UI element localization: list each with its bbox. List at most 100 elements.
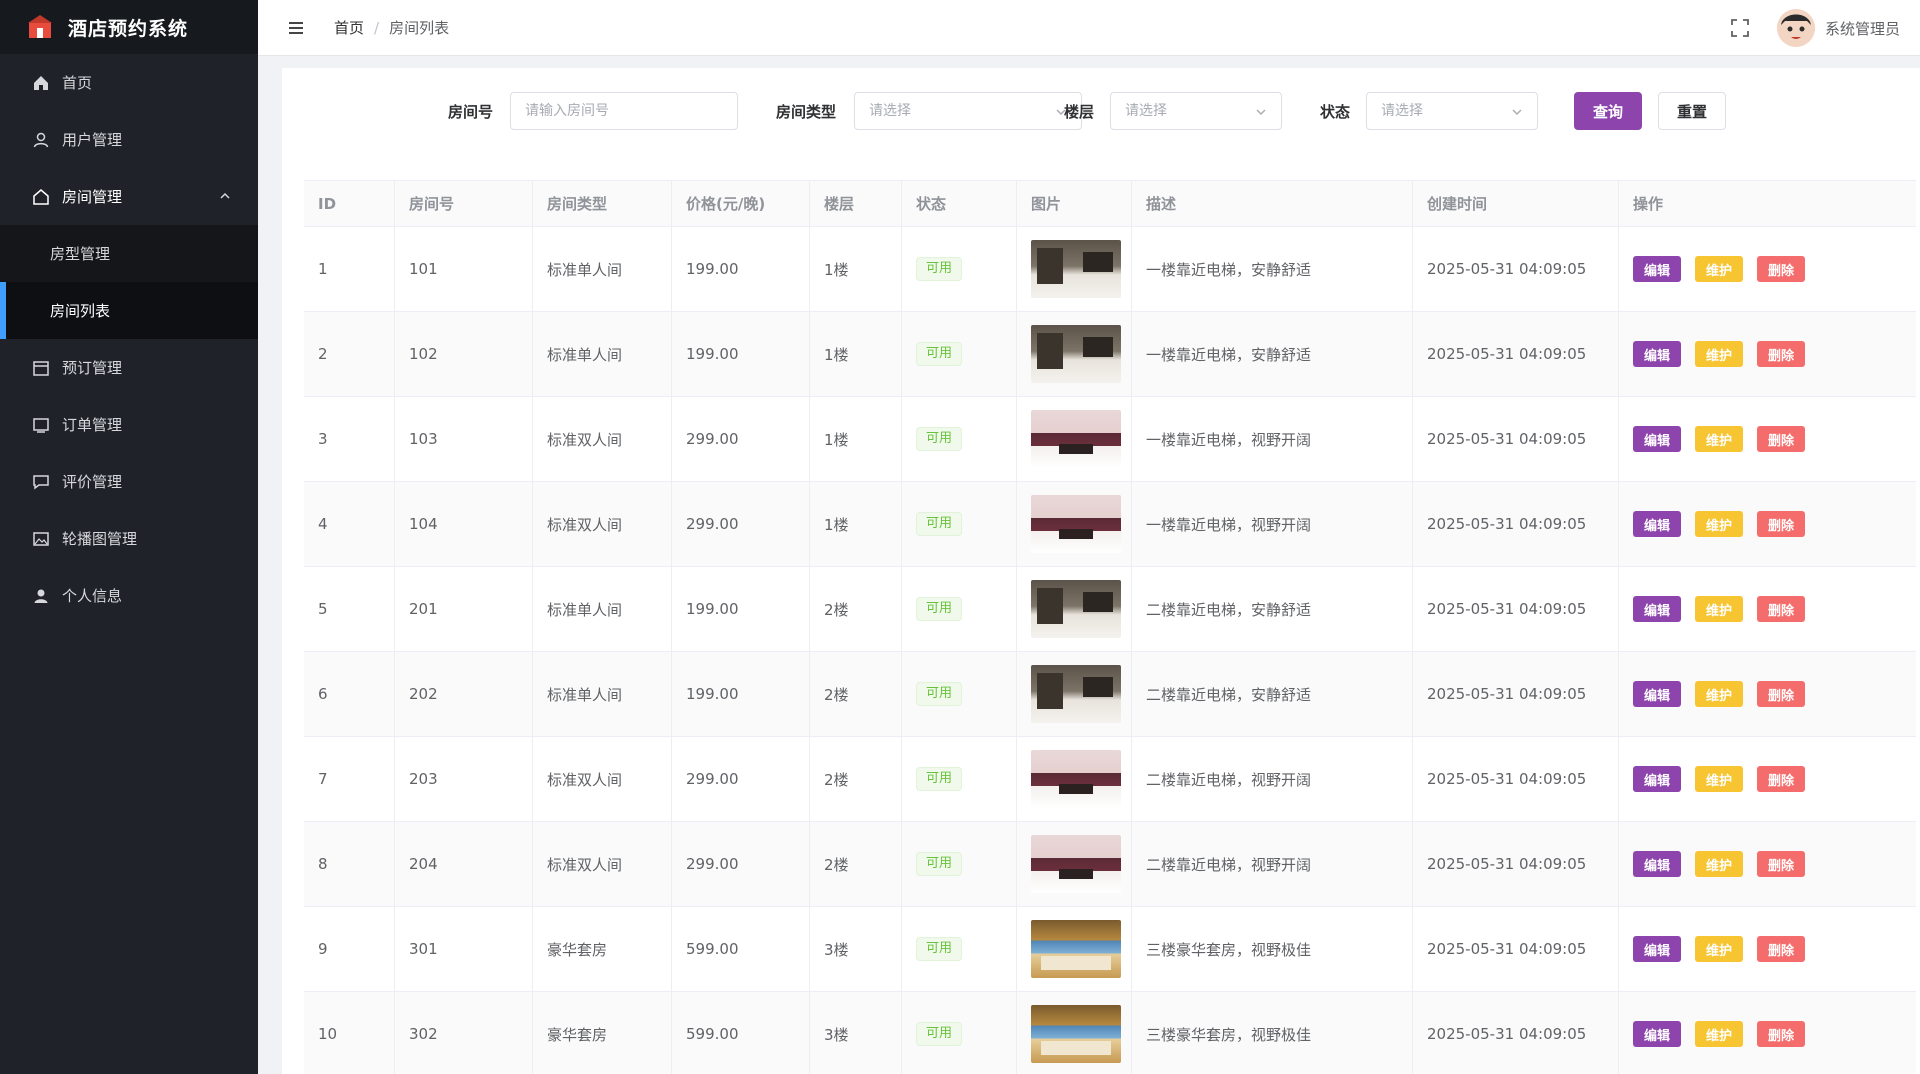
avatar[interactable] <box>1776 9 1815 47</box>
delete-button[interactable]: 删除 <box>1757 681 1806 707</box>
edit-button[interactable]: 编辑 <box>1633 851 1682 877</box>
cell-created-time: 2025-05-31 04:09:05 <box>1413 991 1619 1074</box>
cell-floor: 3楼 <box>810 991 902 1074</box>
maintain-button[interactable]: 维护 <box>1695 596 1744 622</box>
delete-button[interactable]: 删除 <box>1757 426 1806 452</box>
home-icon <box>32 74 50 92</box>
sidebar-item-carousel[interactable]: 轮播图管理 <box>0 510 258 567</box>
maintain-button[interactable]: 维护 <box>1695 936 1744 962</box>
cell-status: 可用 <box>902 481 1017 567</box>
menu-toggle-icon[interactable] <box>286 18 306 38</box>
maintain-button[interactable]: 维护 <box>1695 1021 1744 1047</box>
sidebar-item-orders[interactable]: 订单管理 <box>0 396 258 453</box>
table-row: 2 102 标准单人间 199.00 1楼 可用 一楼靠近电梯，安静舒适 2025-05-31… <box>304 311 1916 397</box>
maintain-button[interactable]: 维护 <box>1695 341 1744 367</box>
status-select[interactable]: 请选择 <box>1366 92 1538 130</box>
sidebar-item-label: 用户管理 <box>62 131 123 149</box>
maintain-button[interactable]: 维护 <box>1695 256 1744 282</box>
sidebar-item-profile[interactable]: 个人信息 <box>0 567 258 624</box>
room-thumbnail[interactable] <box>1031 920 1121 978</box>
query-button[interactable]: 查询 <box>1574 92 1642 130</box>
maintain-button[interactable]: 维护 <box>1695 681 1744 707</box>
cell-room-type: 标准单人间 <box>533 226 672 312</box>
cell-id: 9 <box>304 906 395 992</box>
table-row: 8 204 标准双人间 299.00 2楼 可用 二楼靠近电梯，视野开阔 2025-05-31… <box>304 821 1916 907</box>
delete-button[interactable]: 删除 <box>1757 1021 1806 1047</box>
cell-room-number: 201 <box>395 566 533 652</box>
room-thumbnail[interactable] <box>1031 750 1121 808</box>
maintain-button[interactable]: 维护 <box>1695 426 1744 452</box>
house-icon <box>32 188 50 206</box>
cell-room-number: 202 <box>395 651 533 737</box>
cell-price: 299.00 <box>672 821 810 907</box>
floor-select[interactable]: 请选择 <box>1110 92 1282 130</box>
cell-description: 二楼靠近电梯，视野开阔 <box>1132 821 1413 907</box>
cell-status: 可用 <box>902 821 1017 907</box>
room-table: ID 房间号 房间类型 价格(元/晚) 楼层 状态 图片 描述 创建时间 操作 … <box>304 180 1916 1074</box>
edit-button[interactable]: 编辑 <box>1633 426 1682 452</box>
cell-created-time: 2025-05-31 04:09:05 <box>1413 736 1619 822</box>
cell-price: 199.00 <box>672 566 810 652</box>
delete-button[interactable]: 删除 <box>1757 596 1806 622</box>
edit-button[interactable]: 编辑 <box>1633 341 1682 367</box>
sidebar-item-rooms[interactable]: 房间管理 <box>0 168 258 225</box>
cell-id: 8 <box>304 821 395 907</box>
username[interactable]: 系统管理员 <box>1825 18 1900 39</box>
sidebar-item-label: 个人信息 <box>62 587 123 605</box>
maintain-button[interactable]: 维护 <box>1695 766 1744 792</box>
sidebar-item-bookings[interactable]: 预订管理 <box>0 339 258 396</box>
column-header-description: 描述 <box>1132 180 1413 227</box>
room-number-input[interactable]: 请输入房间号 <box>510 92 738 130</box>
maintain-button[interactable]: 维护 <box>1695 511 1744 537</box>
cell-description: 一楼靠近电梯，视野开阔 <box>1132 481 1413 567</box>
cell-created-time: 2025-05-31 04:09:05 <box>1413 906 1619 992</box>
table-row: 4 104 标准双人间 299.00 1楼 可用 一楼靠近电梯，视野开阔 2025-05-31… <box>304 481 1916 567</box>
delete-button[interactable]: 删除 <box>1757 851 1806 877</box>
edit-button[interactable]: 编辑 <box>1633 766 1682 792</box>
sidebar-item-label: 房间管理 <box>62 188 123 206</box>
sidebar-item-label: 预订管理 <box>62 359 123 377</box>
sidebar-item-label: 订单管理 <box>62 416 123 434</box>
cell-status: 可用 <box>902 651 1017 737</box>
edit-button[interactable]: 编辑 <box>1633 936 1682 962</box>
room-thumbnail[interactable] <box>1031 580 1121 638</box>
room-thumbnail[interactable] <box>1031 495 1121 553</box>
room-thumbnail[interactable] <box>1031 325 1121 383</box>
cell-id: 7 <box>304 736 395 822</box>
room-type-placeholder: 请选择 <box>869 103 911 119</box>
breadcrumb-home[interactable]: 首页 <box>334 17 364 38</box>
room-thumbnail[interactable] <box>1031 410 1121 468</box>
edit-button[interactable]: 编辑 <box>1633 596 1682 622</box>
sidebar-item-reviews[interactable]: 评价管理 <box>0 453 258 510</box>
delete-button[interactable]: 删除 <box>1757 936 1806 962</box>
room-thumbnail[interactable] <box>1031 835 1121 893</box>
app-title: 酒店预约系统 <box>68 17 189 40</box>
table-row: 9 301 豪华套房 599.00 3楼 可用 三楼豪华套房，视野极佳 2025-05-31 … <box>304 906 1916 992</box>
sidebar-item-users[interactable]: 用户管理 <box>0 111 258 168</box>
sidebar-item-home[interactable]: 首页 <box>0 54 258 111</box>
search-form: 房间号 请输入房间号 房间类型 请选择 楼层 请选择 状态 请选择 查询 重置 <box>282 92 1920 132</box>
cell-status: 可用 <box>902 396 1017 482</box>
cell-floor: 2楼 <box>810 736 902 822</box>
edit-button[interactable]: 编辑 <box>1633 511 1682 537</box>
delete-button[interactable]: 删除 <box>1757 766 1806 792</box>
edit-button[interactable]: 编辑 <box>1633 1021 1682 1047</box>
delete-button[interactable]: 删除 <box>1757 511 1806 537</box>
room-thumbnail[interactable] <box>1031 665 1121 723</box>
sidebar-item-room-types[interactable]: 房型管理 <box>0 225 258 282</box>
room-type-select[interactable]: 请选择 <box>854 92 1082 130</box>
delete-button[interactable]: 删除 <box>1757 256 1806 282</box>
edit-button[interactable]: 编辑 <box>1633 256 1682 282</box>
chevron-down-icon <box>1512 109 1522 115</box>
sidebar: 酒店预约系统 首页 用户管理 房间管理 房型管理 房间列表 预订管理 订单管理 … <box>0 0 258 1074</box>
edit-button[interactable]: 编辑 <box>1633 681 1682 707</box>
maintain-button[interactable]: 维护 <box>1695 851 1744 877</box>
cell-image <box>1017 396 1132 482</box>
sidebar-item-room-list[interactable]: 房间列表 <box>0 282 258 339</box>
delete-button[interactable]: 删除 <box>1757 341 1806 367</box>
room-thumbnail[interactable] <box>1031 1005 1121 1063</box>
fullscreen-icon[interactable] <box>1729 17 1751 39</box>
reset-button[interactable]: 重置 <box>1658 92 1726 130</box>
sidebar-item-label: 轮播图管理 <box>62 530 138 548</box>
room-thumbnail[interactable] <box>1031 240 1121 298</box>
